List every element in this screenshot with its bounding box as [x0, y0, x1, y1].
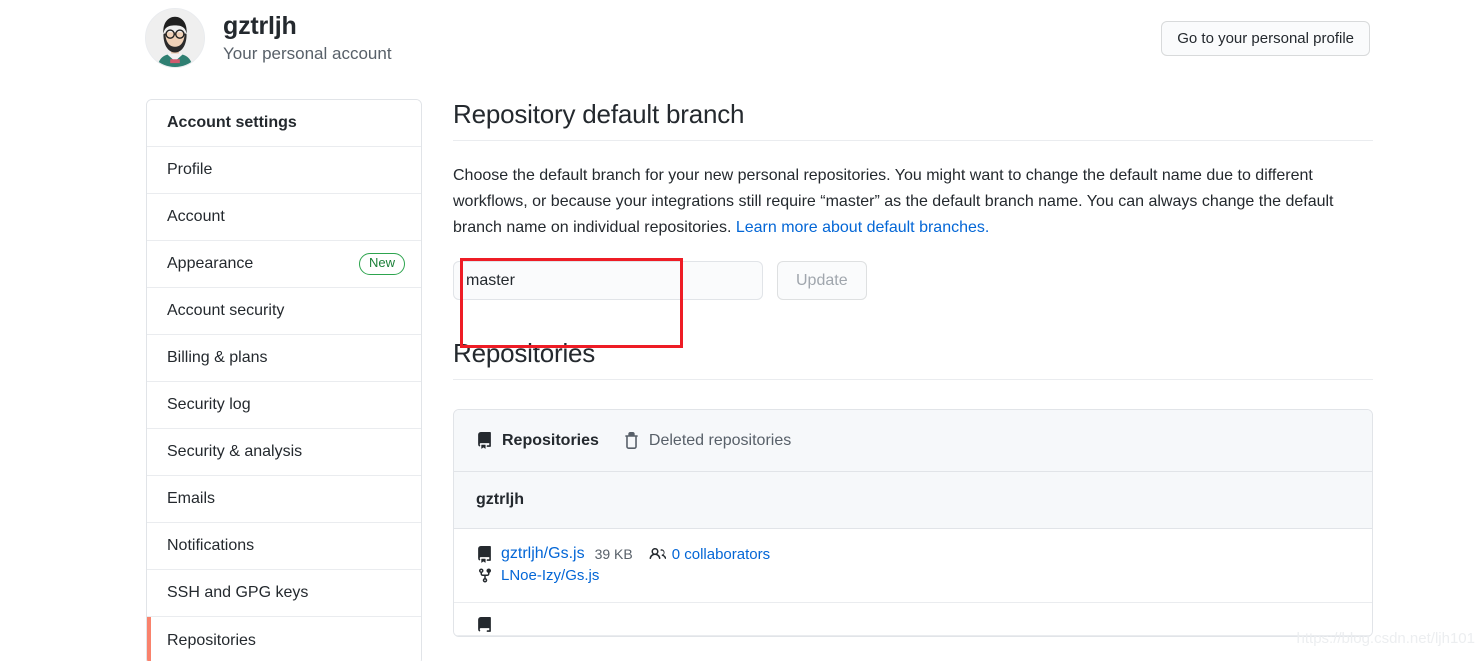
sidebar-item-notifications[interactable]: Notifications	[147, 523, 421, 570]
repository-primary-line: gztrljh/Gs.js 39 KB 0 collaborators	[476, 545, 1350, 563]
tab-deleted-repositories[interactable]: Deleted repositories	[623, 432, 791, 450]
main-content: Repository default branch Choose the def…	[453, 99, 1373, 637]
sidebar-item-label: Security log	[167, 396, 251, 413]
people-icon	[649, 548, 666, 559]
user-avatar-illustration-icon	[146, 9, 204, 67]
github-settings-page: gztrljh Your personal account Go to your…	[0, 0, 1483, 661]
collaborators-group: 0 collaborators	[649, 546, 770, 563]
sidebar-item-label: SSH and GPG keys	[167, 584, 309, 601]
sidebar-item-billing-plans[interactable]: Billing & plans	[147, 335, 421, 382]
account-subtitle: Your personal account	[223, 44, 392, 64]
sidebar-item-label: Security & analysis	[167, 443, 303, 460]
sidebar-heading: Account settings	[147, 100, 421, 147]
default-branch-description: Choose the default branch for your new p…	[453, 163, 1373, 241]
sidebar-item-label: Appearance	[167, 255, 254, 272]
repo-icon	[478, 432, 491, 449]
sidebar-item-label: Account security	[167, 302, 285, 319]
default-branch-name-input[interactable]	[453, 261, 763, 300]
repositories-card: Repositories Deleted repositories gztrlj…	[453, 409, 1373, 637]
sidebar-item-security-log[interactable]: Security log	[147, 382, 421, 429]
forked-from-link[interactable]: LNoe-Izy/Gs.js	[501, 567, 599, 584]
sidebar-item-appearance[interactable]: Appearance New	[147, 241, 421, 288]
sidebar-item-security-analysis[interactable]: Security & analysis	[147, 429, 421, 476]
repo-forked-icon	[479, 568, 491, 583]
default-branch-form: Update	[453, 261, 1373, 300]
repositories-section-title: Repositories	[453, 338, 1373, 380]
tab-label: Deleted repositories	[648, 431, 792, 449]
repository-size: 39 KB	[594, 546, 633, 562]
sidebar-item-label: Notifications	[167, 537, 255, 554]
tab-label: Repositories	[502, 431, 599, 449]
repositories-tabs: Repositories Deleted repositories	[454, 410, 1372, 472]
sidebar-item-label: Account	[167, 208, 225, 225]
repository-group-owner: gztrljh	[454, 472, 1372, 529]
tab-repositories[interactable]: Repositories	[476, 432, 599, 450]
watermark: https://blog.csdn.net/ljh101	[1296, 630, 1475, 647]
account-settings-sidebar: Account settings Profile Account Appeara…	[146, 99, 422, 661]
page-title: Repository default branch	[453, 99, 1373, 141]
avatar[interactable]	[145, 8, 205, 68]
sidebar-item-profile[interactable]: Profile	[147, 147, 421, 194]
table-row	[454, 603, 1372, 636]
sidebar-item-label: Profile	[167, 161, 213, 178]
repo-icon	[478, 617, 491, 632]
account-login: gztrljh	[223, 12, 297, 41]
new-badge: New	[358, 253, 405, 275]
trash-icon	[625, 432, 638, 449]
account-identity: gztrljh Your personal account	[223, 12, 392, 63]
account-header: gztrljh Your personal account	[145, 8, 392, 68]
go-to-personal-profile-button[interactable]: Go to your personal profile	[1161, 21, 1370, 56]
repository-name-link[interactable]: gztrljh/Gs.js	[501, 545, 585, 563]
collaborators-link[interactable]: 0 collaborators	[672, 546, 770, 563]
sidebar-item-label: Billing & plans	[167, 349, 268, 366]
repository-fork-line: LNoe-Izy/Gs.js	[477, 567, 1350, 584]
sidebar-item-label: Emails	[167, 490, 216, 507]
sidebar-item-account-security[interactable]: Account security	[147, 288, 421, 335]
sidebar-item-account[interactable]: Account	[147, 194, 421, 241]
repo-icon	[478, 545, 491, 563]
sidebar-item-repositories[interactable]: Repositories	[147, 617, 421, 661]
sidebar-item-label: Repositories	[167, 631, 256, 649]
sidebar-item-ssh-gpg-keys[interactable]: SSH and GPG keys	[147, 570, 421, 617]
learn-more-default-branches-link[interactable]: Learn more about default branches.	[736, 219, 990, 236]
update-button[interactable]: Update	[777, 261, 867, 300]
sidebar-item-emails[interactable]: Emails	[147, 476, 421, 523]
table-row: gztrljh/Gs.js 39 KB 0 collaborators LNoe…	[454, 529, 1372, 603]
